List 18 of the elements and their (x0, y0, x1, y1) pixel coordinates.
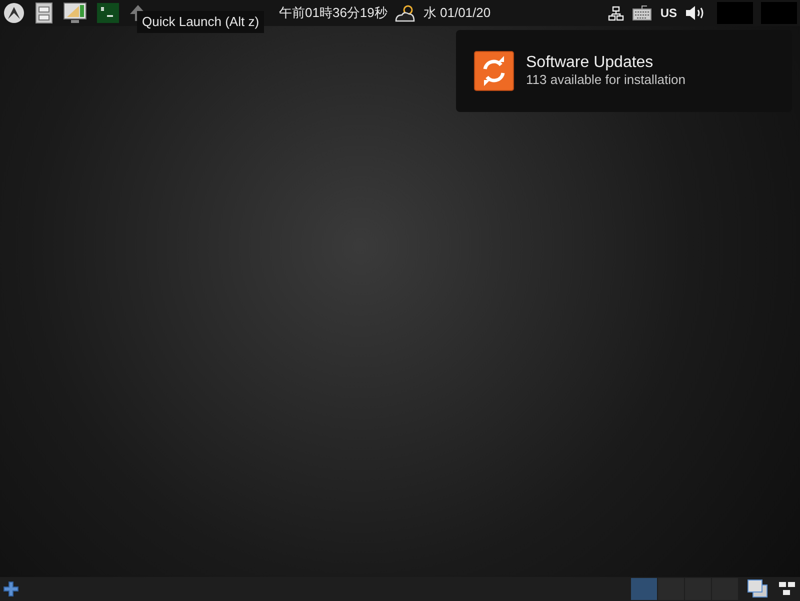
notification-body: 113 available for installation (526, 72, 686, 88)
volume-icon[interactable] (685, 5, 705, 21)
notification-title: Software Updates (526, 54, 654, 72)
file-cabinet-icon[interactable] (35, 2, 53, 24)
date-text[interactable]: 水 01/01/20 (423, 3, 491, 23)
refresh-icon (474, 51, 514, 91)
terminal-icon[interactable] (97, 3, 119, 23)
monitor-icon[interactable] (63, 2, 87, 24)
grid-icon[interactable] (777, 580, 797, 598)
keyboard-icon[interactable] (632, 5, 652, 21)
network-icon[interactable] (608, 6, 624, 20)
keyboard-layout-text[interactable]: US (660, 4, 677, 22)
logo-icon[interactable] (3, 2, 25, 24)
clock-text[interactable]: 午前01時36分19秒 (279, 3, 388, 23)
tooltip: Quick Launch (Alt z) (137, 11, 264, 32)
weather-icon[interactable] (393, 3, 418, 23)
windows-icon[interactable] (747, 579, 769, 599)
add-icon[interactable] (3, 581, 19, 597)
